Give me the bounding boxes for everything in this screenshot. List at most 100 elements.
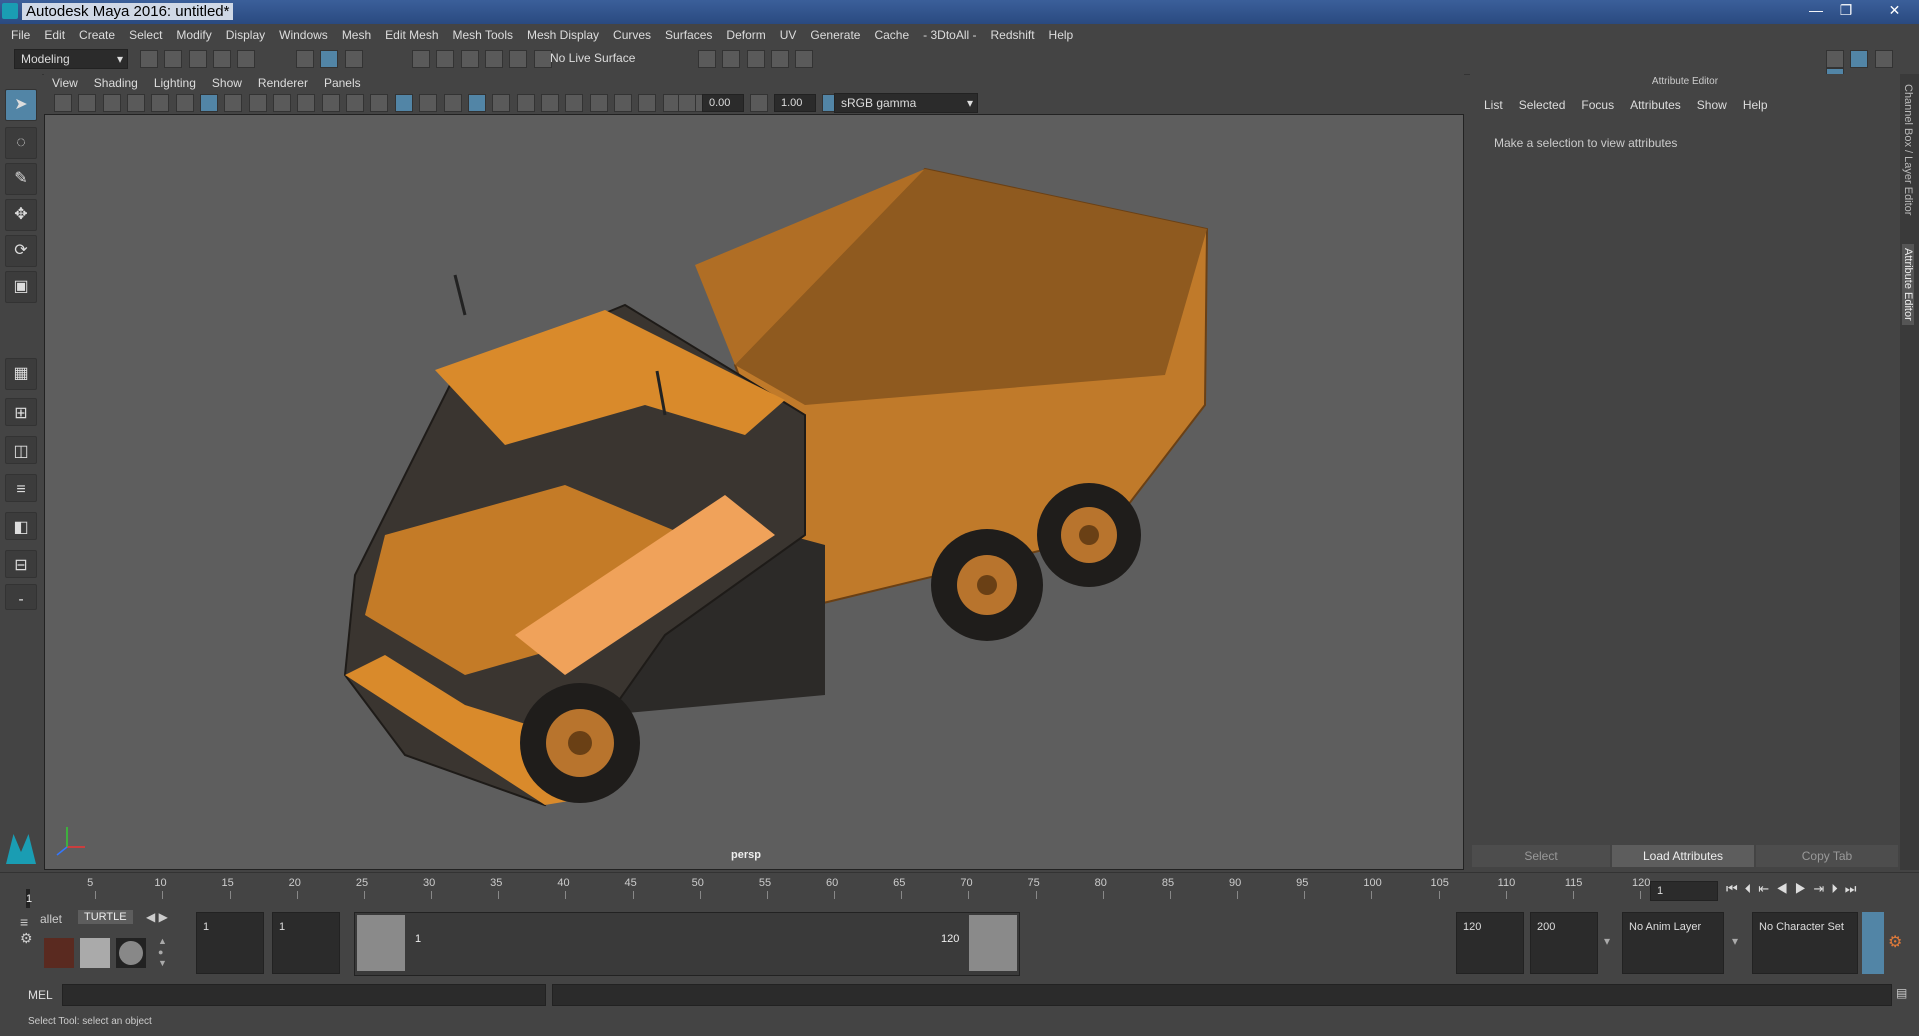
time-slider[interactable]: 5 10 15 20 25 30 35 40 45 50 55 60 65 70 75 80 85 90 95 100…	[0, 872, 1919, 909]
grid-icon[interactable]	[200, 94, 219, 112]
select-hierarchy-icon[interactable]	[296, 50, 314, 68]
menu-mesh-display[interactable]: Mesh Display	[520, 24, 606, 46]
isolate-select-icon[interactable]	[638, 94, 657, 112]
bookmark-icon[interactable]	[102, 94, 121, 112]
render-frame-icon[interactable]	[746, 50, 765, 68]
step-forward-frame-icon[interactable]: ⏵	[1831, 881, 1845, 896]
auto-key-icon[interactable]	[1862, 912, 1884, 974]
step-back-frame-icon[interactable]: ⏴	[1745, 881, 1759, 896]
shelf-menu-icon[interactable]: ≡ ⚙	[20, 914, 40, 974]
two-d-pan-icon[interactable]	[151, 94, 170, 112]
panel-menu-view[interactable]: View	[44, 74, 86, 92]
turtle-bake-icon[interactable]	[80, 938, 110, 968]
attr-menu-list[interactable]: List	[1476, 96, 1511, 114]
panel-menu-lighting[interactable]: Lighting	[146, 74, 204, 92]
menu-create[interactable]: Create	[72, 24, 122, 46]
menu-edit-mesh[interactable]: Edit Mesh	[378, 24, 445, 46]
range-slider-end-handle[interactable]	[969, 915, 1017, 971]
lights-icon[interactable]	[492, 94, 511, 112]
range-end-field[interactable]: 200	[1530, 912, 1598, 974]
attr-menu-focus[interactable]: Focus	[1573, 96, 1622, 114]
shelf-tab-turtle[interactable]: TURTLE	[78, 910, 133, 924]
redo-icon[interactable]	[237, 50, 256, 68]
menu-set-dropdown[interactable]: Modeling ▾	[14, 49, 128, 69]
playback-start-field[interactable]: 1	[272, 912, 340, 974]
menu-modify[interactable]: Modify	[169, 24, 218, 46]
wireframe-on-shaded-icon[interactable]	[419, 94, 438, 112]
single-view-layout-icon[interactable]: ▦	[5, 358, 37, 390]
ambient-occlusion-icon[interactable]	[540, 94, 559, 112]
motion-blur-icon[interactable]	[565, 94, 584, 112]
shelf-tab-arrows-icon[interactable]: ◀ ▶	[146, 910, 168, 924]
select-object-icon[interactable]	[320, 50, 339, 68]
open-scene-icon[interactable]	[164, 50, 183, 68]
gamma-field[interactable]: 1.00	[774, 94, 816, 112]
render-settings-icon[interactable]	[698, 50, 716, 68]
viewport-persp[interactable]	[44, 114, 1464, 870]
turtle-sphere-icon[interactable]	[116, 938, 146, 968]
attr-menu-attributes[interactable]: Attributes	[1622, 96, 1689, 114]
menu-mesh[interactable]: Mesh	[335, 24, 378, 46]
menu-redshift[interactable]: Redshift	[984, 24, 1042, 46]
menu-deform[interactable]: Deform	[719, 24, 772, 46]
anti-alias-icon[interactable]	[589, 94, 608, 112]
snap-view-icon[interactable]	[485, 50, 504, 68]
paint-select-tool-icon[interactable]: ✎	[5, 163, 37, 195]
script-editor-icon[interactable]: ▤	[1896, 986, 1907, 1000]
gamma-icon[interactable]	[750, 94, 768, 112]
channel-box-toggle-icon[interactable]	[1874, 50, 1893, 68]
lasso-tool-icon[interactable]: ◌	[5, 127, 37, 159]
menu-cache[interactable]: Cache	[867, 24, 916, 46]
select-button[interactable]: Select	[1472, 845, 1610, 867]
truck-model[interactable]	[45, 115, 1464, 870]
wireframe-icon[interactable]	[370, 94, 389, 112]
menu-help[interactable]: Help	[1042, 24, 1081, 46]
range-slider-start-handle[interactable]	[357, 915, 405, 971]
shadows-icon[interactable]	[516, 94, 535, 112]
load-attributes-button[interactable]: Load Attributes	[1612, 845, 1754, 867]
field-chart-icon[interactable]	[297, 94, 316, 112]
maximize-button[interactable]: ❐	[1831, 0, 1861, 20]
step-forward-key-icon[interactable]: ⇥	[1813, 881, 1831, 896]
textured-icon[interactable]	[467, 94, 486, 112]
camera-attributes-icon[interactable]	[78, 94, 97, 112]
attribute-editor-tab[interactable]: Attribute Editor	[1902, 244, 1914, 325]
shelf-tab-partial[interactable]: allet	[40, 912, 62, 926]
depth-of-field-icon[interactable]	[613, 94, 632, 112]
save-scene-icon[interactable]	[188, 50, 207, 68]
go-to-end-icon[interactable]: ⏭	[1845, 881, 1864, 896]
render-view-icon[interactable]	[722, 50, 741, 68]
camera-icon[interactable]	[54, 94, 72, 112]
attr-menu-selected[interactable]: Selected	[1511, 96, 1574, 114]
four-view-layout-icon[interactable]: ⊞	[5, 398, 37, 426]
exposure-icon[interactable]	[678, 94, 696, 112]
move-tool-icon[interactable]: ✥	[5, 199, 37, 231]
menu-mesh-tools[interactable]: Mesh Tools	[446, 24, 520, 46]
playback-end-field[interactable]: 120	[1456, 912, 1524, 974]
panel-menu-show[interactable]: Show	[204, 74, 250, 92]
snap-curve-icon[interactable]	[436, 50, 455, 68]
menu-file[interactable]: File	[4, 24, 37, 46]
channel-box-tab[interactable]: Channel Box / Layer Editor	[1902, 84, 1914, 215]
play-backward-icon[interactable]: ◀	[1776, 881, 1795, 896]
mel-label[interactable]: MEL	[28, 988, 53, 1002]
turtle-render-icon[interactable]	[44, 938, 74, 968]
smooth-shade-icon[interactable]	[394, 94, 413, 112]
snap-surface-icon[interactable]	[509, 50, 528, 68]
new-scene-icon[interactable]	[140, 50, 158, 68]
rotate-tool-icon[interactable]: ⟳	[5, 235, 37, 267]
safe-title-icon[interactable]	[346, 94, 365, 112]
scale-tool-icon[interactable]: ▣	[5, 271, 37, 303]
image-plane-icon[interactable]	[127, 94, 146, 112]
current-frame-field[interactable]: 1	[1650, 881, 1718, 901]
exposure-field[interactable]: 0.00	[702, 94, 744, 112]
live-surface-label[interactable]: No Live Surface	[550, 51, 635, 65]
menu-uv[interactable]: UV	[773, 24, 804, 46]
play-forward-icon[interactable]: ▶	[1795, 881, 1814, 896]
menu-surfaces[interactable]: Surfaces	[658, 24, 719, 46]
outliner-layout-icon[interactable]: ≡	[5, 474, 37, 502]
hypershade-layout-icon[interactable]: ⊟	[5, 550, 37, 578]
grease-pencil-icon[interactable]	[175, 94, 194, 112]
character-set-dropdown[interactable]: No Character Set	[1752, 912, 1858, 974]
mel-input[interactable]	[62, 984, 546, 1006]
